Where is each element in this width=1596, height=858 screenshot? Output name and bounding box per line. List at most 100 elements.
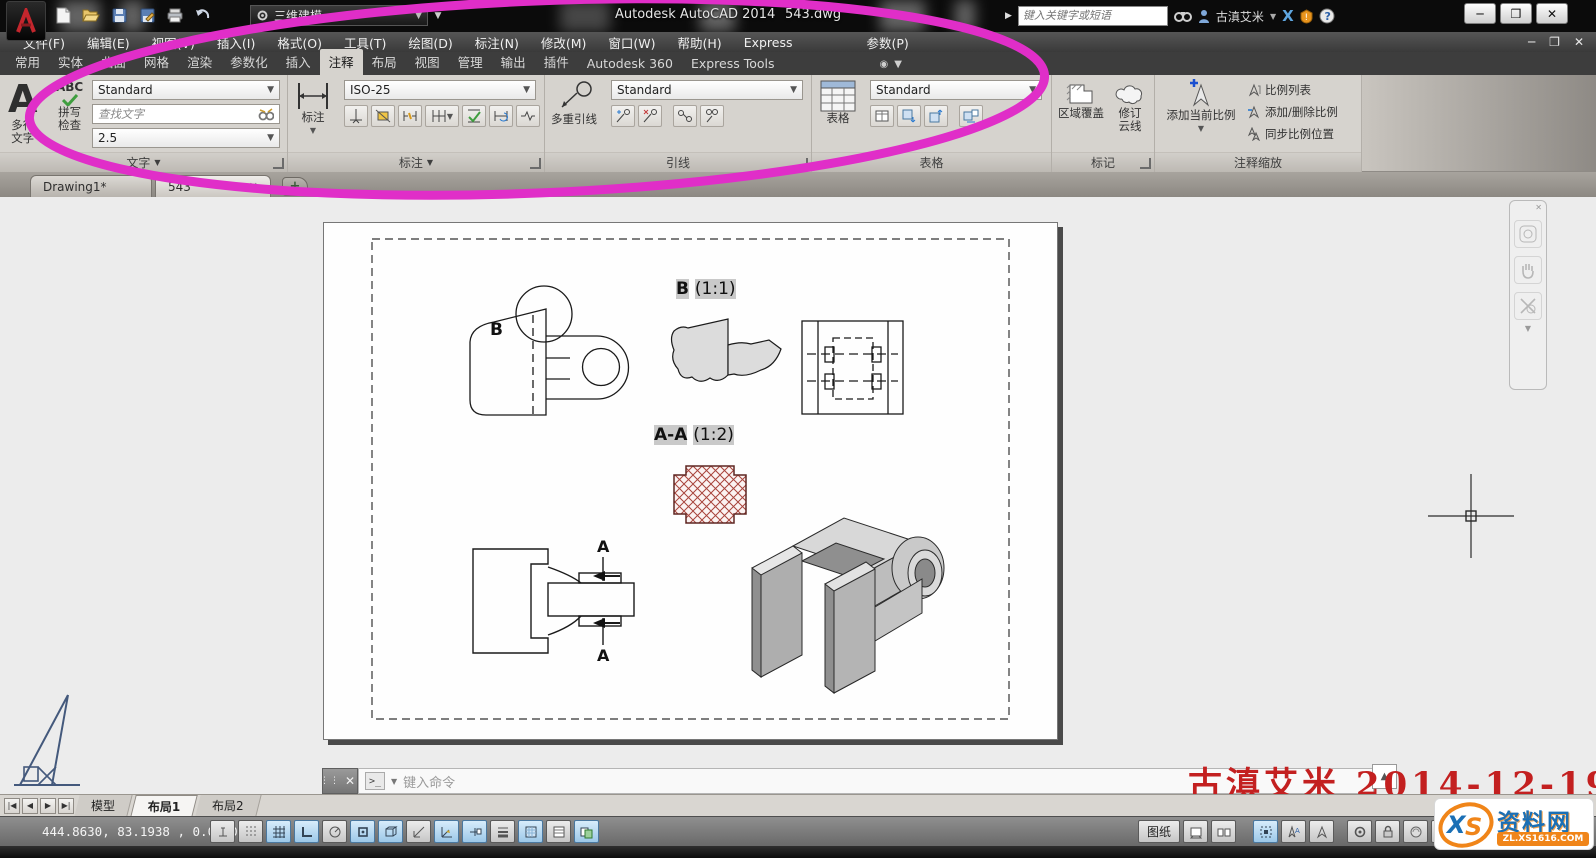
ribbon-tab-parametric[interactable]: 参数化: [221, 49, 277, 75]
menu-express[interactable]: Express: [733, 35, 804, 50]
object-snap-tracking-toggle[interactable]: [406, 820, 431, 843]
panel-annotation-scaling-footer[interactable]: 注释缩放: [1155, 152, 1361, 172]
ribbon-tab-render[interactable]: 渲染: [178, 49, 221, 75]
workspace-switcher[interactable]: 三维建模 ▼: [250, 5, 428, 26]
layout-nav-last-button[interactable]: ▶|: [58, 797, 74, 814]
file-tab-close-icon[interactable]: ✕: [249, 180, 258, 193]
new-drawing-tab-button[interactable]: +: [282, 177, 308, 196]
table-button[interactable]: 表格: [820, 80, 856, 125]
panel-dimension-footer[interactable]: 标注 ▼: [288, 152, 544, 172]
user-dropdown-arrow[interactable]: ▼: [1270, 12, 1276, 21]
application-menu-button[interactable]: [6, 1, 46, 41]
minimize-button[interactable]: ─: [1464, 3, 1496, 24]
toolbar-lock-button[interactable]: [1375, 820, 1401, 843]
mtext-button[interactable]: A 多行 文字: [8, 79, 37, 145]
navbar-close-icon[interactable]: ✕: [1510, 201, 1546, 212]
panel-markup-footer[interactable]: 标记: [1052, 152, 1154, 172]
ribbon-tab-insert[interactable]: 插入: [277, 49, 320, 75]
dialog-launcher-icon[interactable]: [1140, 158, 1151, 169]
ortho-mode-toggle[interactable]: [294, 820, 319, 843]
save-as-button[interactable]: [136, 4, 158, 26]
dim-jog-button[interactable]: [516, 105, 540, 127]
quick-properties-toggle[interactable]: [546, 820, 571, 843]
dynamic-ucs-toggle[interactable]: [434, 820, 459, 843]
file-tab-543[interactable]: 543 ✕: [155, 175, 271, 197]
ribbon-tab-output[interactable]: 输出: [492, 49, 535, 75]
ribbon-tab-surface[interactable]: 曲面: [92, 49, 135, 75]
pan-hand-icon[interactable]: [1514, 256, 1542, 284]
doc-restore-button[interactable]: ❐: [1549, 35, 1560, 49]
new-file-button[interactable]: [52, 4, 74, 26]
table-style-combo[interactable]: Standard ▼: [870, 80, 1042, 100]
ribbon-minimize-arrow[interactable]: ▼: [894, 59, 902, 70]
dialog-launcher-icon[interactable]: [273, 158, 284, 169]
lineweight-toggle[interactable]: [490, 820, 515, 843]
transparency-toggle[interactable]: [518, 820, 543, 843]
table-export-up-button[interactable]: [924, 105, 948, 127]
doc-minimize-button[interactable]: ─: [1528, 35, 1535, 49]
ribbon-tab-mesh[interactable]: 网格: [135, 49, 178, 75]
leader-collect-button[interactable]: [700, 105, 724, 127]
dim-adjust-space-button[interactable]: ▼: [425, 105, 459, 127]
coordinate-display[interactable]: 444.8630, 83.1938 , 0.0000: [42, 824, 238, 839]
paper-model-toggle[interactable]: 图纸: [1138, 820, 1181, 843]
command-close-icon[interactable]: ✕: [345, 774, 355, 788]
object-snap-toggle[interactable]: [350, 820, 375, 843]
multileader-button[interactable]: 多重引线: [551, 81, 597, 126]
leader-remove-button[interactable]: [638, 105, 662, 127]
ribbon-tab-autodesk360[interactable]: Autodesk 360: [578, 53, 682, 75]
panel-text-footer[interactable]: 文字 ▼: [0, 152, 287, 172]
hardware-acceleration-button[interactable]: [1403, 820, 1429, 843]
layout-paper[interactable]: B A A B (1:1) A-A (1:2): [323, 222, 1058, 740]
tab-model[interactable]: 模型: [74, 795, 133, 816]
revcloud-button[interactable]: 修订 云线: [1114, 81, 1146, 133]
doc-close-button[interactable]: ✕: [1574, 35, 1584, 49]
dynamic-input-toggle[interactable]: [462, 820, 487, 843]
ribbon-minimize-button[interactable]: ◉ ▼: [880, 59, 902, 75]
dialog-launcher-icon[interactable]: [530, 158, 541, 169]
navigation-bar[interactable]: ✕ ▼: [1509, 200, 1547, 390]
ribbon-tab-annotate[interactable]: 注释: [319, 49, 363, 75]
ribbon-tab-view[interactable]: 视图: [406, 49, 449, 75]
menu-parametric[interactable]: 参数(P): [856, 33, 920, 52]
find-text-input[interactable]: 查找文字: [92, 104, 280, 124]
dim-baseline-button[interactable]: [344, 105, 368, 127]
table-export-down-button[interactable]: [897, 105, 921, 127]
dim-tolerance-button[interactable]: [462, 105, 486, 127]
annotation-scale-button[interactable]: [1309, 820, 1335, 843]
help-icon[interactable]: ?: [1319, 8, 1335, 24]
polar-tracking-toggle[interactable]: [322, 820, 347, 843]
notification-badge-icon[interactable]: !: [1300, 8, 1313, 24]
tab-layout1[interactable]: 布局1: [130, 794, 199, 817]
plot-button[interactable]: [164, 4, 186, 26]
workspace-extra-dropdown[interactable]: ▼: [430, 5, 446, 26]
snap-mode-toggle[interactable]: [238, 820, 263, 843]
navbar-more-chevron[interactable]: ▼: [1510, 324, 1546, 333]
file-tab-drawing1[interactable]: Drawing1*: [30, 175, 152, 197]
command-line-grip[interactable]: ⋮⋮ ✕: [320, 768, 358, 794]
layout-nav-first-button[interactable]: |◀: [4, 797, 20, 814]
quick-view-drawings-button[interactable]: [1211, 820, 1237, 843]
search-input[interactable]: [1017, 6, 1168, 26]
dim-style-combo[interactable]: ISO-25 ▼: [344, 80, 536, 100]
close-button[interactable]: ✕: [1536, 3, 1568, 24]
ribbon-tab-manage[interactable]: 管理: [449, 49, 492, 75]
dialog-launcher-icon[interactable]: [797, 158, 808, 169]
recent-commands-arrow[interactable]: ▼: [391, 777, 397, 786]
search-binoculars-icon[interactable]: [1173, 9, 1192, 23]
spellcheck-button[interactable]: ABC 拼写 检查: [56, 81, 83, 132]
undo-button[interactable]: [192, 4, 214, 26]
dim-update-button[interactable]: [371, 105, 395, 127]
panel-table-footer[interactable]: 表格: [812, 152, 1051, 172]
wipeout-button[interactable]: 区域覆盖: [1058, 81, 1104, 120]
3d-object-snap-toggle[interactable]: [378, 820, 403, 843]
table-datalink-button[interactable]: [959, 105, 983, 127]
maximize-button[interactable]: ❒: [1500, 3, 1532, 24]
steering-wheel-icon[interactable]: [1514, 220, 1542, 248]
ribbon-tab-express[interactable]: Express Tools: [682, 53, 784, 75]
text-height-combo[interactable]: 2.5 ▼: [92, 128, 280, 148]
menu-help[interactable]: 帮助(H): [667, 33, 733, 52]
save-button[interactable]: [108, 4, 130, 26]
leader-style-combo[interactable]: Standard ▼: [611, 80, 803, 100]
find-binoculars-icon[interactable]: [258, 107, 274, 121]
